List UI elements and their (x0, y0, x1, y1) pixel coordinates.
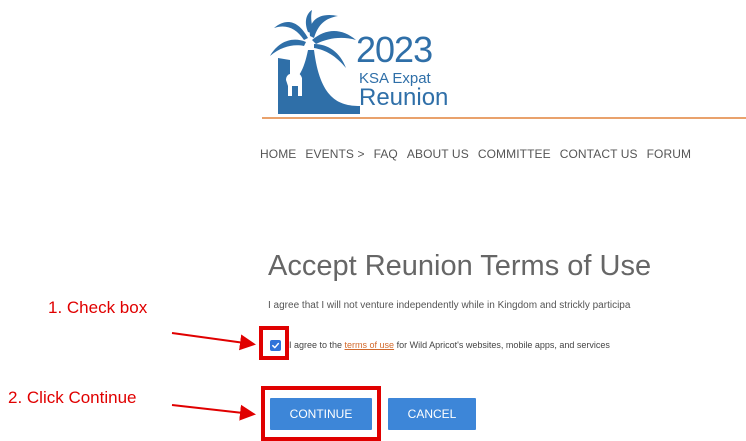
annotation-arrows (171, 332, 256, 421)
arrow-to-continue (171, 404, 256, 421)
arrow-to-checkbox (171, 332, 256, 351)
